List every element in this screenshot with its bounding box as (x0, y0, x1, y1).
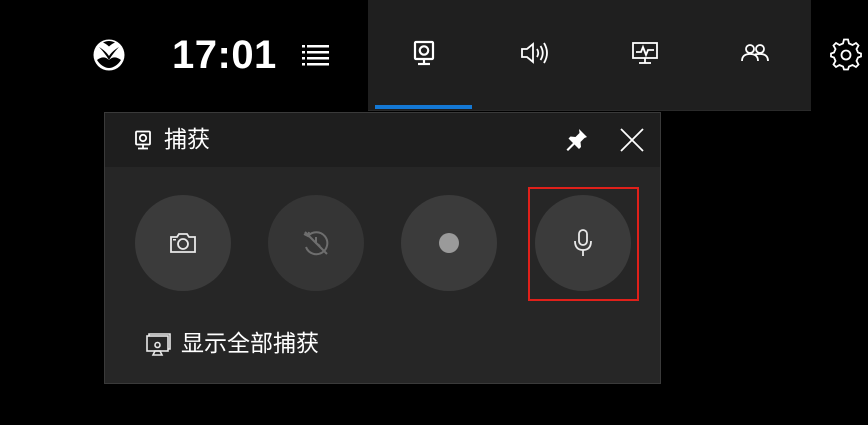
widget-capture-button[interactable] (394, 30, 454, 76)
capture-widget-icon (412, 40, 436, 66)
menu-icon[interactable] (300, 42, 332, 68)
show-all-captures-link[interactable]: 显示全部捕获 (145, 326, 319, 362)
capture-widget: 捕获 显示全部捕获 (104, 112, 661, 384)
performance-icon (631, 41, 659, 65)
gallery-icon (145, 331, 171, 357)
widget-bar (368, 0, 811, 111)
record-last-button[interactable] (268, 195, 364, 291)
gear-icon[interactable] (830, 38, 862, 72)
social-icon (740, 42, 770, 64)
record-dot-icon (438, 232, 460, 254)
record-last-off-icon (300, 227, 332, 259)
widget-performance-button[interactable] (615, 30, 675, 76)
capture-widget-title: 捕获 (164, 127, 210, 153)
show-all-captures-label: 显示全部捕获 (181, 331, 319, 357)
selected-widget-indicator (375, 105, 472, 109)
camera-icon (168, 231, 198, 255)
microphone-highlight (528, 187, 639, 301)
audio-icon (519, 40, 549, 66)
capture-widget-icon (133, 130, 153, 150)
capture-widget-header[interactable]: 捕获 (105, 113, 660, 167)
widget-social-button[interactable] (725, 30, 785, 76)
screenshot-button[interactable] (135, 195, 231, 291)
close-icon[interactable] (617, 125, 647, 155)
clock: 17:01 (172, 33, 277, 77)
xbox-logo-icon[interactable] (92, 38, 126, 72)
pin-icon[interactable] (561, 125, 591, 155)
start-recording-button[interactable] (401, 195, 497, 291)
widget-audio-button[interactable] (504, 30, 564, 76)
